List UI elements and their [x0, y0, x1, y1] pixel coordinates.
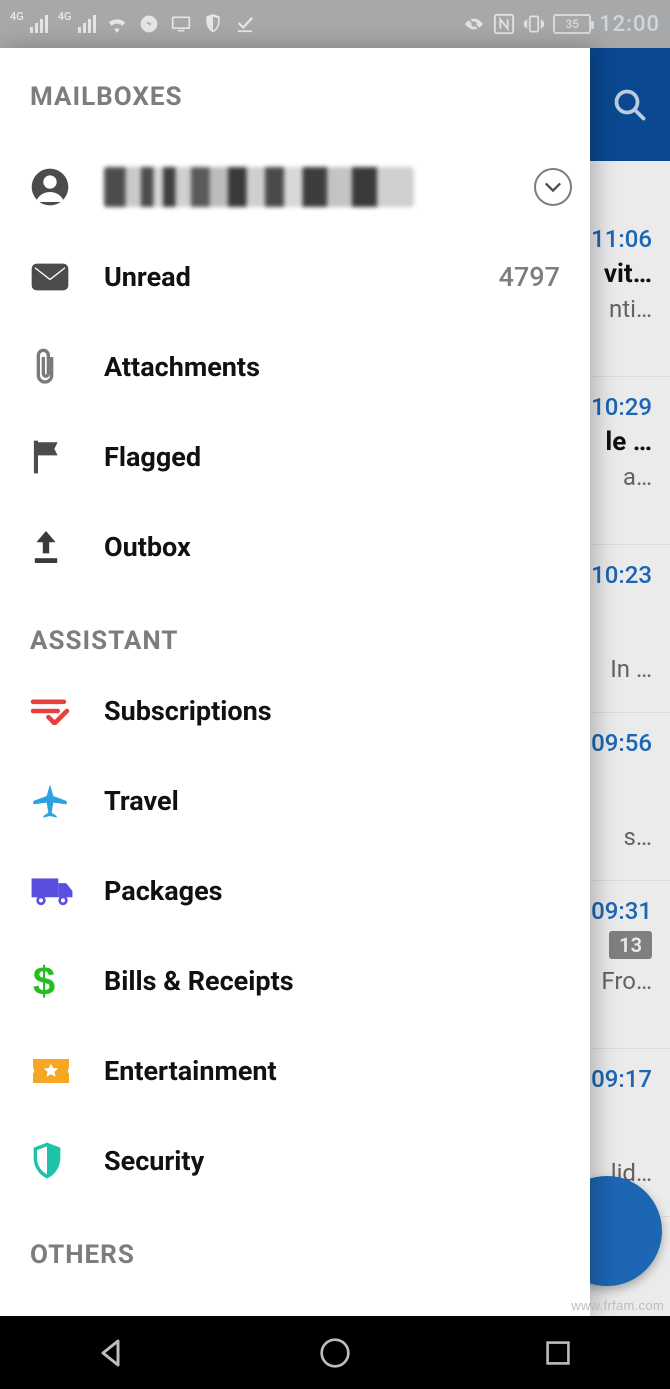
truck-icon — [30, 875, 104, 907]
drawer-item-packages[interactable]: Packages — [0, 846, 590, 936]
upload-icon — [30, 529, 104, 565]
dollar-icon: $ — [30, 961, 104, 1001]
drawer-item-label: Flagged — [104, 441, 568, 473]
drawer-item-travel[interactable]: Travel — [0, 756, 590, 846]
envelope-icon — [30, 262, 104, 292]
eye-off-icon — [463, 13, 485, 35]
home-button[interactable] — [315, 1333, 355, 1373]
battery-icon: 35 — [553, 14, 591, 34]
android-nav-bar — [0, 1316, 670, 1389]
drawer-item-attachments[interactable]: Attachments — [0, 322, 590, 412]
flag-icon — [30, 439, 104, 475]
drawer-item-label: Subscriptions — [104, 695, 568, 727]
screen-icon — [170, 13, 192, 35]
status-bar: 4G 4G — [0, 0, 670, 48]
drawer-item-security[interactable]: Security — [0, 1116, 590, 1206]
drawer-item-label: Security — [104, 1145, 568, 1177]
battery-level: 35 — [565, 17, 579, 31]
svg-text:$: $ — [33, 961, 55, 1001]
section-assistant: ASSISTANT — [0, 592, 590, 666]
network-label-1: 4G — [10, 10, 24, 23]
section-mailboxes: MAILBOXES — [0, 48, 590, 122]
network-label-2: 4G — [58, 10, 72, 23]
paperclip-icon — [30, 347, 104, 387]
drawer-item-unread[interactable]: Unread 4797 — [0, 232, 590, 322]
shield-icon — [30, 1141, 104, 1181]
clock: 12:00 — [599, 12, 660, 37]
account-name-redacted — [104, 167, 414, 207]
chevron-down-icon[interactable] — [534, 168, 572, 206]
back-button[interactable] — [92, 1333, 132, 1373]
section-others: OTHERS — [0, 1206, 590, 1280]
drawer-item-label: Entertainment — [104, 1055, 568, 1087]
drawer-item-label: Attachments — [104, 351, 568, 383]
ticket-icon — [30, 1056, 104, 1086]
signal-icon — [30, 15, 48, 33]
unread-count: 4797 — [499, 261, 568, 293]
screen: 4G 4G — [0, 0, 670, 1389]
drawer-item-flagged[interactable]: Flagged — [0, 412, 590, 502]
account-icon — [30, 167, 104, 207]
nfc-icon — [493, 13, 515, 35]
drawer-item-outbox[interactable]: Outbox — [0, 502, 590, 592]
signal-icon-2 — [78, 15, 96, 33]
status-right: 35 12:00 — [463, 12, 660, 37]
drawer-item-bills[interactable]: $ Bills & Receipts — [0, 936, 590, 1026]
recents-button[interactable] — [538, 1333, 578, 1373]
drawer-item-label: Outbox — [104, 531, 568, 563]
drawer-item-label: Packages — [104, 875, 568, 907]
navigation-drawer: MAILBOXES Unread 4797 Attachments — [0, 48, 590, 1316]
airplane-icon — [30, 781, 104, 821]
account-row[interactable] — [0, 142, 590, 232]
drawer-item-entertainment[interactable]: Entertainment — [0, 1026, 590, 1116]
watermark: www.frfam.com — [571, 1298, 664, 1313]
drawer-item-label: Bills & Receipts — [104, 965, 568, 997]
status-left: 4G 4G — [10, 13, 256, 35]
drawer-item-label: Unread — [104, 261, 499, 293]
drawer-item-subscriptions[interactable]: Subscriptions — [0, 666, 590, 756]
drawer-item-label: Travel — [104, 785, 568, 817]
subscriptions-icon — [30, 697, 104, 725]
shield-status-icon — [202, 13, 224, 35]
vibrate-icon — [523, 13, 545, 35]
messenger-icon — [138, 13, 160, 35]
check-underline-icon — [234, 13, 256, 35]
wifi-icon — [106, 13, 128, 35]
